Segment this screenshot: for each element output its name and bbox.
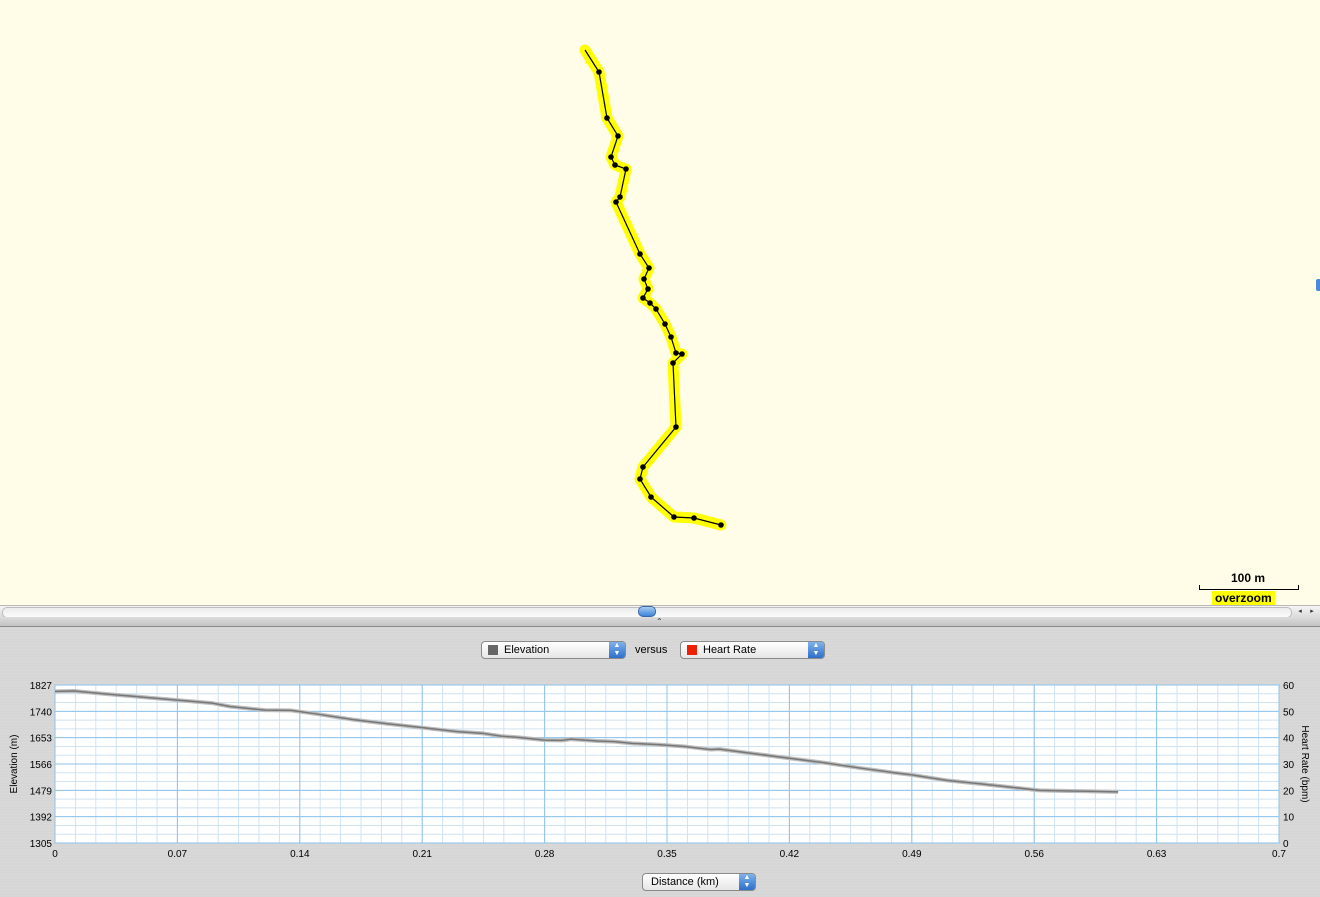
select-stepper-icon: ▲ ▼: [609, 642, 625, 658]
elevation-swatch: [488, 645, 498, 655]
track-point: [623, 166, 629, 172]
track-point: [615, 133, 621, 139]
track-point: [662, 321, 668, 327]
pane-splitter[interactable]: ⌃: [0, 617, 1320, 627]
track-highlight: [579, 44, 727, 531]
scale-label: 100 m: [1230, 571, 1266, 585]
track-point: [647, 300, 653, 306]
x-tick-label: 0.42: [780, 849, 800, 860]
track-point: [637, 251, 643, 257]
y-tick-label: 1827: [30, 681, 53, 692]
track-point: [640, 464, 646, 470]
y-axis-label: Elevation (m): [9, 735, 20, 794]
track-point: [671, 514, 677, 520]
track-point: [617, 194, 623, 200]
track-point: [673, 350, 679, 356]
y-tick-label: 1740: [30, 707, 53, 718]
x-tick-label: 0.07: [168, 849, 188, 860]
y2-tick-label: 0: [1283, 839, 1289, 850]
graph-panel: Elevation ▲ ▼ versus Heart Rate ▲ ▼ 0 0.07 0…: [0, 627, 1320, 897]
x-tick-label: 0.63: [1147, 849, 1167, 860]
y2-tick-label: 40: [1283, 734, 1295, 745]
track-point: [653, 306, 659, 312]
track-point: [648, 494, 654, 500]
y1-series-value: Elevation: [504, 644, 550, 656]
x-tick-label: 0.7: [1272, 849, 1286, 860]
y2-axis-label: Heart Rate (bpm): [1299, 725, 1310, 802]
track-point: [646, 265, 652, 271]
y2-series-value: Heart Rate: [703, 644, 757, 656]
track-point: [673, 424, 679, 430]
y2-tick-label: 50: [1283, 707, 1295, 718]
track-point: [645, 286, 651, 292]
track-point: [640, 295, 646, 301]
x-tick-label: 0.14: [290, 849, 310, 860]
select-stepper-icon: ▲ ▼: [739, 874, 755, 890]
y1-series-select[interactable]: Elevation ▲ ▼: [481, 641, 626, 659]
map-view[interactable]: 100 m overzoom: [0, 0, 1320, 605]
splitter-grip-icon[interactable]: ⌃: [656, 617, 663, 626]
track-point: [641, 276, 647, 282]
x-tick-label: 0.28: [535, 849, 555, 860]
elevation-chart[interactable]: 0 0.07 0.14 0.21 0.28 0.35 0.42 0.49 0.56 0.63 0.7…: [0, 680, 1320, 870]
track-point: [612, 162, 618, 168]
map-edge-handle[interactable]: [1316, 279, 1320, 291]
heart-rate-swatch: [687, 645, 697, 655]
y-tick-label: 1392: [30, 813, 53, 824]
y2-tick-label: 20: [1283, 786, 1295, 797]
y2-tick-label: 30: [1283, 760, 1295, 771]
y-tick-label: 1566: [30, 760, 53, 771]
track-point: [718, 522, 724, 528]
x-tick-label: 0.56: [1024, 849, 1044, 860]
versus-label: versus: [635, 644, 668, 656]
select-stepper-icon: ▲ ▼: [808, 642, 824, 658]
track-point: [637, 476, 643, 482]
scrollbar-thumb[interactable]: [638, 606, 656, 617]
y-tick-label: 1653: [30, 734, 53, 745]
track-point: [691, 515, 697, 521]
x-axis-select[interactable]: Distance (km) ▲ ▼: [642, 873, 756, 891]
y2-tick-label: 60: [1283, 681, 1295, 692]
scale-line: [1199, 585, 1299, 590]
track-point: [679, 351, 685, 357]
track-overlay: [579, 44, 727, 531]
x-axis-value: Distance (km): [651, 876, 719, 888]
y-tick-label: 1305: [30, 839, 53, 850]
y2-series-select[interactable]: Heart Rate ▲ ▼: [680, 641, 825, 659]
x-tick-label: 0: [52, 849, 58, 860]
y-tick-label: 1479: [30, 786, 53, 797]
track-point: [604, 115, 610, 121]
scroll-right-arrow-icon[interactable]: ▸: [1306, 606, 1318, 617]
track-point: [608, 154, 614, 160]
x-tick-label: 0.49: [902, 849, 922, 860]
track-point: [596, 69, 602, 75]
track-point: [670, 360, 676, 366]
x-tick-label: 0.35: [657, 849, 677, 860]
overzoom-badge: overzoom: [1212, 591, 1275, 605]
scroll-left-arrow-icon[interactable]: ◂: [1294, 606, 1306, 617]
track-point: [613, 199, 619, 205]
x-tick-label: 0.21: [412, 849, 432, 860]
track-point: [668, 334, 674, 340]
y2-tick-label: 10: [1283, 813, 1295, 824]
